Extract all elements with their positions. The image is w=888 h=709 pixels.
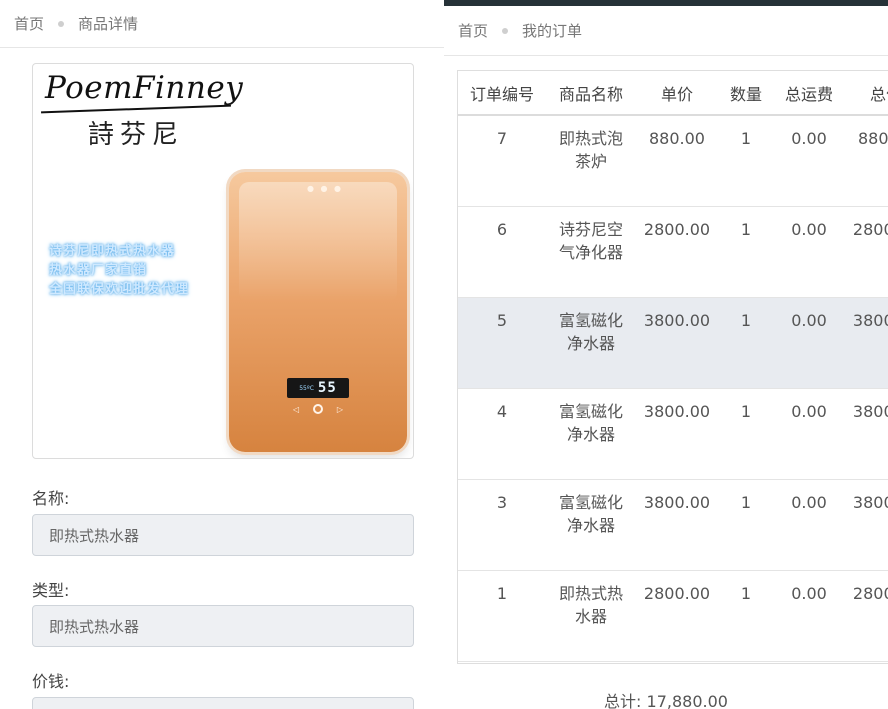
cell-product-name: 富氢磁化净水器 (546, 297, 636, 389)
water-heater-illustration: ● ● ● 55ºC 55 ◁ ▷ (229, 172, 407, 452)
cell-quantity: 1 (718, 479, 774, 571)
name-label: 名称: (32, 489, 70, 508)
cell-unit-price: 880.00 (636, 115, 718, 207)
heater-sheen (239, 182, 397, 302)
breadcrumb-separator (58, 20, 65, 27)
cell-quantity: 1 (718, 388, 774, 480)
header-unit-price: 单价 (636, 71, 718, 116)
cell-order-id: 7 (458, 115, 546, 207)
cell-order-id: 5 (458, 297, 546, 389)
breadcrumb: 首页 我的订单 (444, 6, 888, 56)
price-field[interactable] (32, 697, 414, 709)
table-row[interactable]: 5 富氢磁化净水器 3800.00 1 0.00 3800.00 (458, 297, 888, 389)
cell-total: 2800.00 (844, 206, 888, 298)
power-icon (313, 404, 323, 414)
cell-order-id: 4 (458, 388, 546, 480)
cell-quantity: 1 (718, 115, 774, 207)
cell-total: 3800.00 (844, 388, 888, 480)
orders-table-container[interactable]: 订单编号 商品名称 单价 数量 总运费 总价 7 即热式泡茶炉 880.00 1… (457, 70, 888, 664)
table-header-row: 订单编号 商品名称 单价 数量 总运费 总价 (458, 71, 888, 116)
cell-unit-price: 3800.00 (636, 479, 718, 571)
heater-controls: ◁ ▷ (293, 404, 343, 414)
cell-order-id: 3 (458, 479, 546, 571)
header-shipping: 总运费 (774, 71, 844, 116)
header-quantity: 数量 (718, 71, 774, 116)
brand-logo-cn: 詩芬尼 (88, 120, 185, 150)
cell-product-name: 富氢磁化净水器 (546, 388, 636, 480)
cell-order-id: 1 (458, 570, 546, 662)
minus-icon: ◁ (293, 404, 300, 414)
cell-shipping: 0.00 (774, 206, 844, 298)
product-image: PoemFinney 詩芬尼 ● ● ● 55ºC 55 ◁ ▷ 诗芬尼即热式热… (32, 63, 414, 459)
cell-shipping: 0.00 (774, 115, 844, 207)
price-label: 价钱: (32, 672, 70, 691)
cell-total: 3800.00 (844, 479, 888, 571)
cell-unit-price: 3800.00 (636, 297, 718, 389)
cell-quantity: 1 (718, 570, 774, 662)
heater-logo-mark: ● ● ● (307, 184, 344, 193)
table-row[interactable]: 7 即热式泡茶炉 880.00 1 0.00 880.00 (458, 115, 888, 207)
breadcrumb-home-link[interactable]: 首页 (14, 13, 44, 34)
breadcrumb-current: 商品详情 (78, 15, 139, 33)
type-label: 类型: (32, 581, 70, 600)
order-grand-total: 总计: 17,880.00 (604, 692, 728, 709)
display-small-readout: 55ºC (299, 384, 314, 392)
cell-total: 2800.00 (844, 570, 888, 662)
cell-product-name: 即热式热水器 (546, 570, 636, 662)
display-temperature: 55 (317, 380, 337, 396)
brand-logo-en: PoemFinney (45, 70, 244, 106)
table-row[interactable]: 1 即热式热水器 2800.00 1 0.00 2800.00 (458, 570, 888, 662)
cell-unit-price: 2800.00 (636, 570, 718, 662)
type-field[interactable]: 即热式热水器 (32, 605, 414, 647)
breadcrumb-home-link[interactable]: 首页 (458, 20, 488, 41)
cell-shipping: 0.00 (774, 479, 844, 571)
orders-panel: 首页 我的订单 订单编号 商品名称 单价 数量 总运费 总价 7 即热式泡茶炉 … (444, 0, 888, 709)
cell-order-id: 6 (458, 206, 546, 298)
cell-product-name: 即热式泡茶炉 (546, 115, 636, 207)
plus-icon: ▷ (336, 404, 343, 414)
cell-quantity: 1 (718, 206, 774, 298)
breadcrumb-separator (502, 27, 509, 34)
cell-product-name: 诗芬尼空气净化器 (546, 206, 636, 298)
orders-table: 订单编号 商品名称 单价 数量 总运费 总价 7 即热式泡茶炉 880.00 1… (458, 71, 888, 662)
cell-product-name: 富氢磁化净水器 (546, 479, 636, 571)
table-row[interactable]: 4 富氢磁化净水器 3800.00 1 0.00 3800.00 (458, 388, 888, 480)
cell-total: 3800.00 (844, 297, 888, 389)
cell-shipping: 0.00 (774, 570, 844, 662)
watermark-line: 全国联保欢迎批发代理 (49, 282, 190, 297)
table-row[interactable]: 3 富氢磁化净水器 3800.00 1 0.00 3800.00 (458, 479, 888, 571)
cell-quantity: 1 (718, 297, 774, 389)
header-order-id: 订单编号 (458, 71, 546, 116)
temperature-display: 55ºC 55 (287, 378, 349, 398)
header-total: 总价 (844, 71, 888, 116)
watermark-line: 诗芬尼即热式热水器 (49, 244, 176, 259)
table-row[interactable]: 6 诗芬尼空气净化器 2800.00 1 0.00 2800.00 (458, 206, 888, 298)
cell-shipping: 0.00 (774, 297, 844, 389)
breadcrumb-current: 我的订单 (522, 22, 583, 40)
watermark-line: 热水器厂家直销 (49, 263, 148, 278)
name-field[interactable]: 即热式热水器 (32, 514, 414, 556)
cell-total: 880.00 (844, 115, 888, 207)
cell-unit-price: 2800.00 (636, 206, 718, 298)
breadcrumb: 首页 商品详情 (0, 0, 444, 48)
cell-shipping: 0.00 (774, 388, 844, 480)
image-watermark: 诗芬尼即热式热水器 热水器厂家直销 全国联保欢迎批发代理 (49, 242, 189, 299)
header-product-name: 商品名称 (546, 71, 636, 116)
cell-unit-price: 3800.00 (636, 388, 718, 480)
product-detail-panel: 首页 商品详情 PoemFinney 詩芬尼 ● ● ● 55ºC 55 ◁ ▷… (0, 0, 444, 709)
